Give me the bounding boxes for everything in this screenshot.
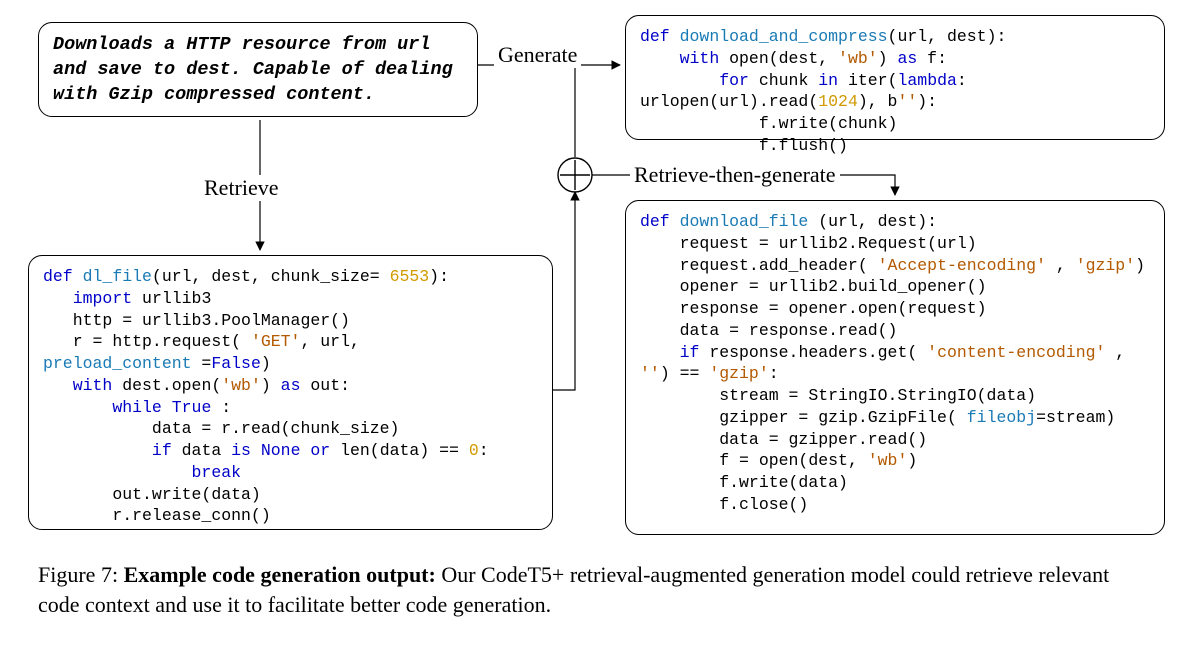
label-retrieve-then-generate: Retrieve-then-generate	[630, 162, 840, 188]
retrieve-then-generate-box: def download_file (url, dest): request =…	[625, 200, 1165, 535]
caption-bold: Example code generation output:	[124, 562, 436, 587]
generate-code: def download_and_compress(url, dest): wi…	[640, 26, 1150, 157]
caption-figlabel: Figure 7:	[38, 562, 124, 587]
retrieved-code-box: def dl_file(url, dest, chunk_size= 6553)…	[28, 255, 553, 530]
figure-caption: Figure 7: Example code generation output…	[38, 560, 1148, 619]
retrieve-code: def dl_file(url, dest, chunk_size= 6553)…	[43, 266, 538, 527]
label-generate: Generate	[494, 42, 581, 68]
prompt-text: Downloads a HTTP resource from url and s…	[53, 34, 453, 105]
prompt-box: Downloads a HTTP resource from url and s…	[38, 22, 478, 117]
label-retrieve: Retrieve	[200, 175, 283, 201]
rtg-code: def download_file (url, dest): request =…	[640, 211, 1150, 516]
generate-output-box: def download_and_compress(url, dest): wi…	[625, 15, 1165, 140]
